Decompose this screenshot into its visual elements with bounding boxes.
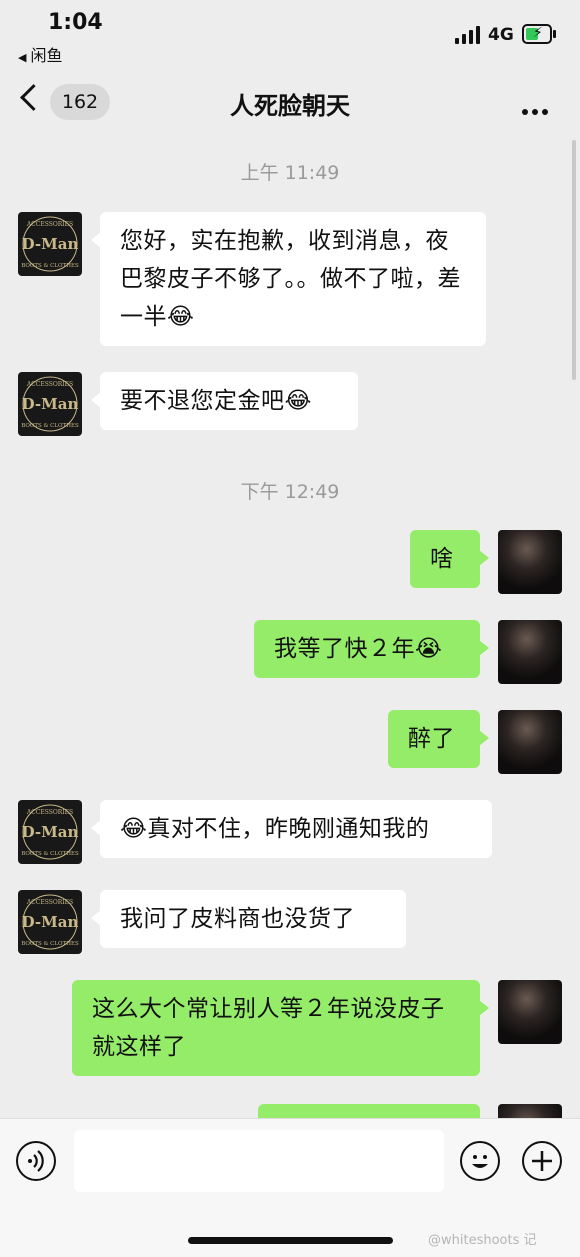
network-type: 4G [488,25,514,45]
user-avatar[interactable] [498,530,562,594]
message-bubble-sent[interactable]: 我等了快２年😭 [254,620,489,678]
message-bubble-received[interactable]: 您好，实在抱歉，收到消息，夜巴黎皮子不够了。。做不了啦，差一半😂 [91,212,486,346]
svg-text:BOOTS & CLOTHES: BOOTS & CLOTHES [21,423,79,429]
dman-logo: ACCESSORIES D-Man BOOTS & CLOTHES [21,804,79,860]
message-bubble-received[interactable]: 😂真对不住，昨晚刚通知我的 [91,800,492,858]
svg-text:BOOTS & CLOTHES: BOOTS & CLOTHES [21,263,79,269]
contact-avatar[interactable]: ACCESSORIES D-Man BOOTS & CLOTHES [18,890,82,954]
contact-avatar[interactable]: ACCESSORIES D-Man BOOTS & CLOTHES [18,800,82,864]
dman-logo: ACCESSORIES D-Man BOOTS & CLOTHES [21,894,79,950]
signal-icon [455,26,483,44]
message-bubble-received[interactable]: 要不退您定金吧😂 [91,372,358,430]
more-options-icon[interactable] [522,100,552,119]
svg-text:D-Man: D-Man [22,823,79,841]
svg-text:D-Man: D-Man [22,913,79,931]
message-input[interactable] [74,1130,444,1192]
message-bubble-sent[interactable]: 这么大个常让别人等２年说没皮子就这样了 [72,980,489,1076]
message-bubble-sent[interactable]: 啥 [410,530,489,588]
svg-text:ACCESSORIES: ACCESSORIES [26,899,73,906]
home-indicator[interactable] [188,1237,393,1244]
emoji-icon[interactable] [460,1141,500,1181]
contact-avatar[interactable]: ACCESSORIES D-Man BOOTS & CLOTHES [18,212,82,276]
voice-icon[interactable] [16,1141,56,1181]
svg-text:ACCESSORIES: ACCESSORIES [26,809,73,816]
chat-header: 162 人死脸朝天 [0,74,580,134]
user-avatar[interactable] [498,980,562,1044]
back-to-app-link[interactable]: ◀ 闲鱼 [18,42,62,66]
user-avatar[interactable] [498,710,562,774]
battery-icon: ⚡ [522,24,552,44]
back-app-label: 闲鱼 [30,46,63,65]
svg-text:D-Man: D-Man [22,235,79,253]
user-avatar[interactable] [498,620,562,684]
status-time: 1:04 [48,10,103,35]
svg-text:D-Man: D-Man [22,395,79,413]
chat-title: 人死脸朝天 [230,92,350,120]
svg-text:ACCESSORIES: ACCESSORIES [26,381,73,388]
svg-text:BOOTS & CLOTHES: BOOTS & CLOTHES [21,941,79,947]
message-composer: @whiteshoots 记 [0,1118,580,1257]
contact-avatar[interactable]: ACCESSORIES D-Man BOOTS & CLOTHES [18,372,82,436]
dman-logo: ACCESSORIES D-Man BOOTS & CLOTHES [21,216,79,272]
status-bar: 1:04 ◀ 闲鱼 4G ⚡ [0,0,580,70]
timestamp: 下午 12:49 [240,481,340,503]
plus-icon[interactable] [522,1141,562,1181]
svg-text:ACCESSORIES: ACCESSORIES [26,221,73,228]
timestamp: 上午 11:49 [240,162,340,184]
message-bubble-sent[interactable]: 醉了 [388,710,489,768]
watermark: @whiteshoots 记 [428,1233,537,1248]
message-bubble-received[interactable]: 我问了皮料商也没货了 [91,890,406,948]
dman-logo: ACCESSORIES D-Man BOOTS & CLOTHES [21,376,79,432]
svg-text:BOOTS & CLOTHES: BOOTS & CLOTHES [21,851,79,857]
